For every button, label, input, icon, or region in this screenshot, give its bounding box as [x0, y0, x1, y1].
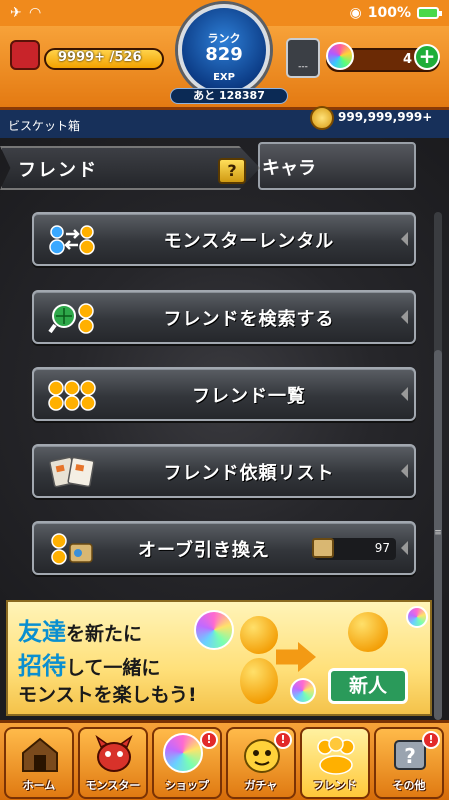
- nav-monster[interactable]: モンスター: [78, 727, 148, 799]
- biscuit-box-label[interactable]: ビスケット箱: [8, 117, 80, 134]
- orb-shop-icon: [163, 733, 203, 773]
- friend-character-body-icon: [240, 658, 278, 704]
- ticket-icon: [312, 538, 334, 558]
- menu-item-friend-requests[interactable]: フレンド依頼リスト: [32, 444, 416, 498]
- help-button[interactable]: ?: [218, 158, 246, 184]
- orb-exchange-counter: 97: [312, 538, 396, 560]
- menu-item-label: モンスターレンタル: [163, 231, 335, 252]
- nav-friend[interactable]: フレンド: [300, 727, 370, 799]
- nav-label: その他: [392, 779, 426, 792]
- orb-count: 4: [402, 52, 412, 67]
- svg-text:?: ?: [404, 744, 416, 768]
- orb-exchange-count: 97: [374, 541, 390, 555]
- device-text: ---: [298, 62, 308, 72]
- menu-tile-partial-label: キャラ: [262, 158, 316, 179]
- chevron-left-icon: [401, 310, 408, 324]
- banner-line-1: 友達を新たに: [18, 612, 142, 647]
- nav-gacha[interactable]: ! ガチャ: [226, 727, 296, 799]
- menu-item-friend-list[interactable]: フレンド一覧: [32, 367, 416, 421]
- nav-shop[interactable]: ! ショップ: [152, 727, 222, 799]
- status-right: ◉ 100%: [349, 5, 442, 21]
- coin-icon: [310, 106, 334, 130]
- nav-label: モンスター: [85, 779, 141, 792]
- arrow-right-icon: [276, 642, 316, 672]
- newbie-badge: 新人: [328, 668, 408, 704]
- orb-icon: [326, 42, 354, 70]
- rank-orb[interactable]: ランク 829 EXP: [178, 4, 270, 96]
- banner-highlight-friend: 友達: [18, 618, 66, 646]
- menu-item-label: フレンド依頼リスト: [163, 463, 335, 484]
- nav-other[interactable]: ? ! その他: [374, 727, 444, 799]
- notification-badge: !: [422, 731, 440, 749]
- menu-item-label: フレンド一覧: [192, 386, 306, 407]
- nav-label: ホーム: [22, 779, 56, 792]
- menu-item-label: フレンドを検索する: [163, 309, 335, 330]
- bottom-nav: ホーム モンスター ! ショップ ! ガチャ フレンド ? ! その他: [0, 720, 449, 800]
- banner-line-1-rest: を新たに: [66, 623, 143, 645]
- nav-label: フレンド: [313, 779, 357, 792]
- add-orb-button[interactable]: +: [414, 44, 440, 70]
- banner-line-3: モンストを楽しもう!: [18, 684, 197, 706]
- orb-sparkle-icon: [290, 678, 316, 704]
- stamina-shield-icon: [10, 40, 40, 70]
- friends-icon: [48, 380, 96, 411]
- menu-item-orb-exchange[interactable]: オーブ引き換え 97: [32, 521, 416, 575]
- coin-value: 999,999,999+: [338, 110, 433, 124]
- chevron-left-icon: [401, 541, 408, 555]
- friends-icon: [317, 736, 355, 775]
- banner-highlight-invite: 招待: [18, 652, 66, 680]
- home-icon: [22, 737, 58, 772]
- chevron-left-icon: [401, 387, 408, 401]
- orb-sparkle-icon: [406, 606, 428, 628]
- friend-character-icon: [240, 616, 278, 654]
- exp-remaining: あと 128387: [170, 88, 288, 104]
- request-list-icon: [49, 456, 95, 488]
- battery-percent: 100%: [367, 5, 411, 21]
- scroll-grip-icon: ≡: [434, 528, 442, 538]
- rank-value: 829: [205, 44, 243, 65]
- section-title: フレンド: [18, 160, 98, 181]
- banner-line-2: 招待して一緒に: [18, 646, 160, 681]
- nav-label: ガチャ: [244, 779, 278, 792]
- menu-item-monster-rental[interactable]: モンスターレンタル: [32, 212, 416, 266]
- battery-icon: [417, 7, 442, 19]
- orb-sparkle-icon: [194, 610, 234, 650]
- device-icon[interactable]: ---: [286, 38, 320, 78]
- chevron-left-icon: [401, 232, 408, 246]
- nav-home[interactable]: ホーム: [4, 727, 74, 799]
- new-friend-character-icon: [348, 612, 388, 652]
- orb-exchange-icon: [51, 533, 93, 565]
- stamina-text: 9999+ /526: [58, 50, 142, 65]
- notification-badge: !: [200, 731, 218, 749]
- menu-item-label: オーブ引き換え: [138, 540, 270, 561]
- monster-icon: [95, 735, 133, 772]
- banner-line-2-rest: して一緒に: [66, 657, 161, 679]
- rental-icon: [49, 225, 95, 255]
- search-icon: [48, 303, 94, 334]
- exp-label: EXP: [213, 72, 235, 83]
- nav-label: ショップ: [165, 779, 209, 792]
- chevron-left-icon: [401, 464, 408, 478]
- invite-banner[interactable]: 友達を新たに 招待して一緒に モンストを楽しもう! 新人: [6, 600, 432, 716]
- menu-item-search-friend[interactable]: フレンドを検索する: [32, 290, 416, 344]
- notification-badge: !: [274, 731, 292, 749]
- rotation-lock-icon: ◉: [349, 5, 362, 21]
